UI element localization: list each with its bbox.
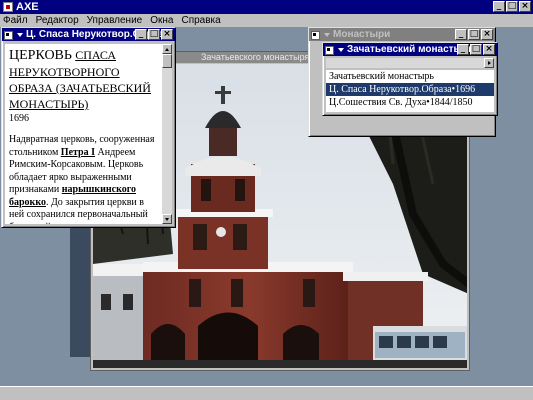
menu-file[interactable]: Файл [3, 14, 28, 27]
menu-control[interactable]: Управление [87, 14, 143, 27]
minimize-icon[interactable]: _ [135, 29, 147, 40]
system-menu-icon[interactable] [4, 30, 14, 40]
list-item[interactable]: Зачатьевский монастырь [326, 70, 494, 83]
scroll-down-icon[interactable] [162, 214, 172, 224]
app-maximize-icon[interactable]: □ [506, 1, 518, 12]
app-title: AXE [16, 1, 39, 13]
system-menu-icon[interactable] [311, 30, 321, 40]
app-titlebar: AXE _ □ × [0, 0, 533, 14]
menu-editor[interactable]: Редактор [36, 14, 79, 27]
chevron-down-icon[interactable] [324, 32, 330, 37]
list-item[interactable]: Ц.Сошествия Св. Духа•1844/1850 [326, 96, 494, 109]
list-item-selected[interactable]: Ц. Спаса Нерукотвор.Образа•1696 [326, 83, 494, 96]
close-icon[interactable]: × [161, 29, 173, 40]
scroll-right-icon[interactable] [484, 58, 494, 68]
system-menu-icon[interactable] [325, 45, 335, 55]
chevron-down-icon[interactable] [17, 32, 23, 37]
app-minimize-icon[interactable]: _ [493, 1, 505, 12]
scroll-up-icon[interactable] [162, 44, 172, 54]
scroll-thumb[interactable] [162, 54, 172, 68]
church-info-window[interactable]: Ц. Спаса Нерукотвор.Образа _ □ × ЦЕРКОВЬ… [1, 27, 176, 228]
monastery-list: Зачатьевский монастырь Ц. Спаса Нерукотв… [326, 70, 494, 112]
monastery-list-title: Зачатьевский монастырь [347, 44, 475, 55]
heading-word: ЦЕРКОВЬ [9, 48, 72, 63]
menu-help[interactable]: Справка [181, 14, 220, 27]
horizontal-scrollbar[interactable] [326, 58, 494, 68]
monasteries-titlebar[interactable]: Монастыри _ □ × [309, 28, 495, 41]
minimize-icon[interactable]: _ [457, 44, 469, 55]
church-article: ЦЕРКОВЬ СПАСА НЕРУКОТВОРНОГО ОБРАЗА (ЗАЧ… [5, 44, 162, 224]
status-bar [0, 386, 533, 400]
close-icon[interactable]: × [481, 29, 493, 40]
vertical-scrollbar[interactable] [162, 44, 172, 224]
app-close-icon[interactable]: × [519, 1, 531, 12]
monasteries-title: Монастыри [333, 29, 391, 40]
link-peter-i[interactable]: Петра I [61, 147, 95, 158]
monastery-list-window[interactable]: Зачатьевский монастырь _ □ × Зачатьевски… [322, 42, 498, 116]
article-heading: ЦЕРКОВЬ СПАСА НЕРУКОТВОРНОГО ОБРАЗА (ЗАЧ… [9, 47, 158, 112]
maximize-icon[interactable]: □ [468, 29, 480, 40]
monastery-list-titlebar[interactable]: Зачатьевский монастырь _ □ × [323, 43, 497, 56]
maximize-icon[interactable]: □ [470, 44, 482, 55]
menu-bar: Файл Редактор Управление Окна Справка [0, 14, 533, 27]
article-body: Надвратная церковь, сооруженная стольник… [9, 134, 158, 224]
menu-windows[interactable]: Окна [150, 14, 173, 27]
church-info-titlebar[interactable]: Ц. Спаса Нерукотвор.Образа _ □ × [2, 28, 175, 41]
chevron-down-icon[interactable] [338, 47, 344, 52]
minimize-icon[interactable]: _ [455, 29, 467, 40]
article-year: 1696 [9, 113, 29, 124]
maximize-icon[interactable]: □ [148, 29, 160, 40]
close-icon[interactable]: × [483, 44, 495, 55]
app-icon[interactable] [3, 2, 13, 12]
